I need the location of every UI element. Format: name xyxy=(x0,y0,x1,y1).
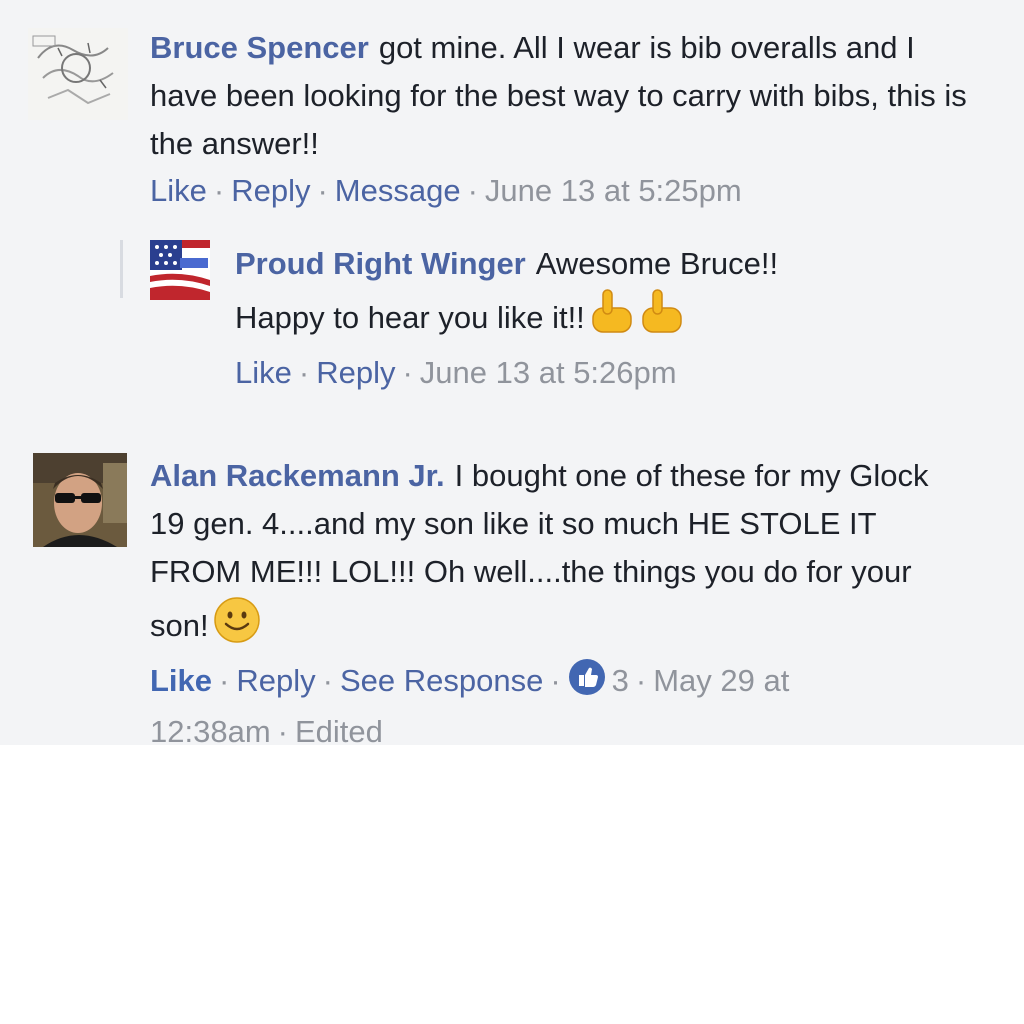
separator: · xyxy=(298,355,310,390)
smiley-emoji-icon xyxy=(213,596,261,658)
separator: · xyxy=(213,173,225,208)
reply-link[interactable]: Reply xyxy=(236,663,315,698)
american-flag-avatar-icon xyxy=(150,240,210,300)
man-sunglasses-avatar-icon xyxy=(33,453,127,547)
thumbs-up-icon[interactable] xyxy=(568,658,606,709)
avatar[interactable] xyxy=(150,240,210,300)
reply-thread-line xyxy=(120,240,123,298)
comment-text: Bruce Spencer got mine. All I wear is bib… xyxy=(150,24,990,168)
timestamp[interactable]: June 13 at 5:25pm xyxy=(485,173,742,208)
comment-text: Alan Rackemann Jr. I bought one of these … xyxy=(150,452,950,658)
comment-text: Proud Right Winger Awesome Bruce!! Happy … xyxy=(235,240,875,350)
separator: · xyxy=(550,663,561,698)
see-response-link[interactable]: See Response xyxy=(340,663,543,698)
separator: · xyxy=(317,173,328,208)
reply-link[interactable]: Reply xyxy=(316,355,395,390)
separator: · xyxy=(402,355,413,390)
comment-author[interactable]: Proud Right Winger xyxy=(235,246,526,281)
like-link[interactable]: Like xyxy=(150,663,212,698)
edited-label[interactable]: Edited xyxy=(295,714,383,749)
comment-author[interactable]: Alan Rackemann Jr. xyxy=(150,458,445,493)
comment-actions: Like · Reply · Message · June 13 at 5:25pm xyxy=(150,168,990,214)
sketch-drawing-avatar-icon xyxy=(28,28,128,120)
like-link[interactable]: Like xyxy=(235,355,292,390)
timestamp[interactable]: June 13 at 5:26pm xyxy=(420,355,677,390)
separator: · xyxy=(277,714,288,749)
like-link[interactable]: Like xyxy=(150,173,207,208)
separator: · xyxy=(219,663,230,698)
message-link[interactable]: Message xyxy=(335,173,461,208)
comment-author[interactable]: Bruce Spencer xyxy=(150,30,369,65)
avatar[interactable] xyxy=(28,28,128,120)
comment-actions: Like · Reply · June 13 at 5:26pm xyxy=(235,350,995,396)
like-count[interactable]: 3 xyxy=(612,663,629,698)
comment-actions: Like · Reply · See Response · 3 · May 29 at 12:… xyxy=(150,658,950,755)
separator: · xyxy=(322,663,333,698)
reply-link[interactable]: Reply xyxy=(231,173,310,208)
avatar[interactable] xyxy=(33,453,127,547)
separator: · xyxy=(635,663,647,698)
pointing-hand-emoji-icon xyxy=(589,288,687,350)
separator: · xyxy=(467,173,478,208)
